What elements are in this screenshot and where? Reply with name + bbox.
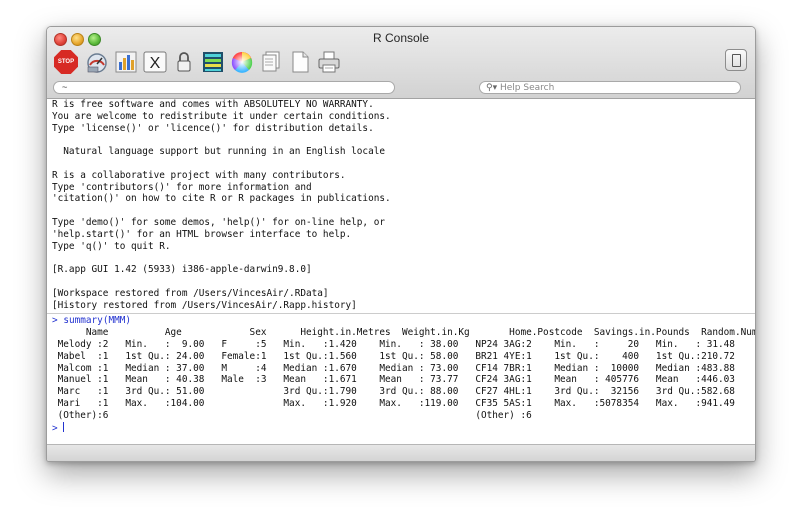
help-search-field[interactable]: ⚲▾ Help Search	[479, 81, 741, 94]
stop-icon: STOP	[54, 50, 78, 74]
window-title: R Console	[372, 31, 430, 45]
horizontal-scrollbar[interactable]	[47, 444, 755, 461]
summary-row: Mari :1 Max. :104.00 Max. :1.920 Max. :1…	[52, 397, 735, 409]
color-picker-button[interactable]	[229, 49, 255, 75]
show-colors-button[interactable]	[200, 49, 226, 75]
input-prompt[interactable]: >	[52, 421, 65, 434]
summary-output: > summary(MMM) Name Age Sex Height.in.Me…	[47, 315, 755, 434]
new-document-icon	[292, 51, 309, 73]
summary-header-row: Name Age Sex Height.in.Metres Weight.in.…	[52, 327, 755, 339]
summary-row: (Other):6 (Other) :6	[52, 409, 532, 421]
authorize-button[interactable]	[171, 49, 197, 75]
documents-icon	[262, 51, 280, 72]
summary-row: Marc :1 3rd Qu.: 51.00 3rd Qu.:1.790 3rd…	[52, 386, 735, 398]
command-line: > summary(MMM)	[52, 315, 132, 327]
r-console-window: R Console STOP X ~ ⚲▾ Help Search R is f…	[46, 26, 756, 462]
printer-icon	[318, 51, 340, 73]
x11-icon: X	[143, 51, 167, 73]
quartz-button[interactable]	[113, 49, 139, 75]
bar-chart-icon	[115, 51, 137, 73]
window-chrome: R Console STOP X ~ ⚲▾ Help Search	[47, 27, 755, 99]
text-cursor	[63, 421, 65, 432]
output-separator	[47, 313, 755, 315]
source-script-button[interactable]	[84, 49, 110, 75]
help-search-placeholder: Help Search	[500, 83, 555, 93]
print-button[interactable]	[316, 49, 342, 75]
summary-row: Melody :2 Min. : 9.00 F :5 Min. :1.420 M…	[52, 338, 735, 350]
new-document-button[interactable]	[287, 49, 313, 75]
drawer-toggle-icon	[732, 54, 741, 67]
open-documents-button[interactable]	[258, 49, 284, 75]
working-directory-field[interactable]: ~	[53, 81, 395, 94]
startup-message: R is free software and comes with ABSOLU…	[52, 99, 391, 311]
colors-icon	[203, 52, 223, 72]
search-icon: ⚲▾	[486, 83, 498, 93]
color-wheel-icon	[231, 52, 253, 73]
console-output[interactable]: R is free software and comes with ABSOLU…	[47, 99, 755, 445]
x11-button[interactable]: X	[142, 49, 168, 75]
lock-icon	[177, 52, 191, 72]
stop-button[interactable]: STOP	[53, 49, 79, 75]
drawer-toggle-button[interactable]	[725, 49, 747, 71]
summary-row: Mabel :1 1st Qu.: 24.00 Female:1 1st Qu.…	[52, 350, 735, 362]
gauge-icon	[87, 53, 107, 73]
summary-row: Malcom :1 Median : 37.00 M :4 Median :1.…	[52, 362, 735, 374]
summary-row: Manuel :1 Mean : 40.38 Male :3 Mean :1.6…	[52, 374, 735, 386]
svg-text:X: X	[150, 55, 161, 72]
